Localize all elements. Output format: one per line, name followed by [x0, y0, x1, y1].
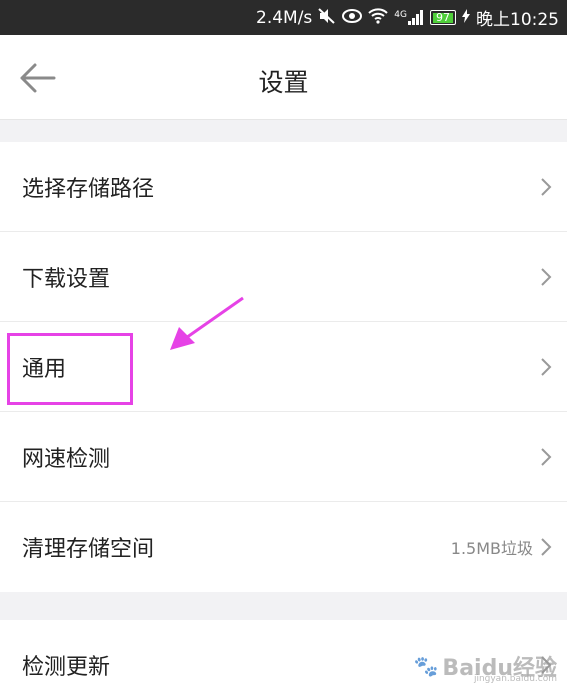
- network-speed: 2.4M/s: [256, 7, 313, 28]
- charging-icon: [462, 8, 470, 27]
- header: 设置: [0, 35, 567, 120]
- setting-clean-storage[interactable]: 清理存储空间 1.5MB垃圾: [0, 502, 567, 592]
- clock: 晚上10:25: [476, 10, 559, 30]
- wifi-icon: [368, 7, 388, 28]
- eye-icon: [342, 8, 363, 27]
- annotation-arrow: [170, 296, 244, 350]
- setting-label: 清理存储空间: [22, 537, 155, 562]
- setting-storage-path[interactable]: 选择存储路径: [0, 142, 567, 232]
- network-type: 4G: [394, 10, 407, 20]
- highlight-box: [7, 333, 133, 405]
- chevron-right-icon: [541, 177, 552, 196]
- status-bar: 2.4M/s 4G 97 晚上10:25: [0, 0, 567, 35]
- page-title: 设置: [258, 68, 309, 97]
- setting-label: 下载设置: [22, 266, 111, 292]
- chevron-right-icon: [541, 538, 552, 556]
- setting-label: 网速检测: [22, 446, 111, 472]
- chevron-right-icon: [541, 267, 552, 286]
- battery-icon: 97: [430, 10, 456, 25]
- signal-icon: 4G: [394, 10, 424, 25]
- mute-icon: [318, 7, 336, 28]
- setting-speed-test[interactable]: 网速检测: [0, 412, 567, 502]
- setting-download[interactable]: 下载设置: [0, 232, 567, 322]
- watermark: 🐾 Baidu经验 jingyan.baidu.com: [413, 650, 557, 684]
- junk-size: 1.5MB垃圾: [450, 539, 533, 558]
- watermark-url: jingyan.baidu.com: [473, 674, 557, 684]
- battery-level: 97: [433, 12, 453, 23]
- chevron-right-icon: [541, 357, 552, 376]
- section-gap: [0, 120, 567, 142]
- section-gap: [0, 592, 567, 620]
- setting-label: 选择存储路径: [22, 176, 155, 202]
- paw-icon: 🐾: [413, 654, 439, 678]
- chevron-right-icon: [541, 447, 552, 466]
